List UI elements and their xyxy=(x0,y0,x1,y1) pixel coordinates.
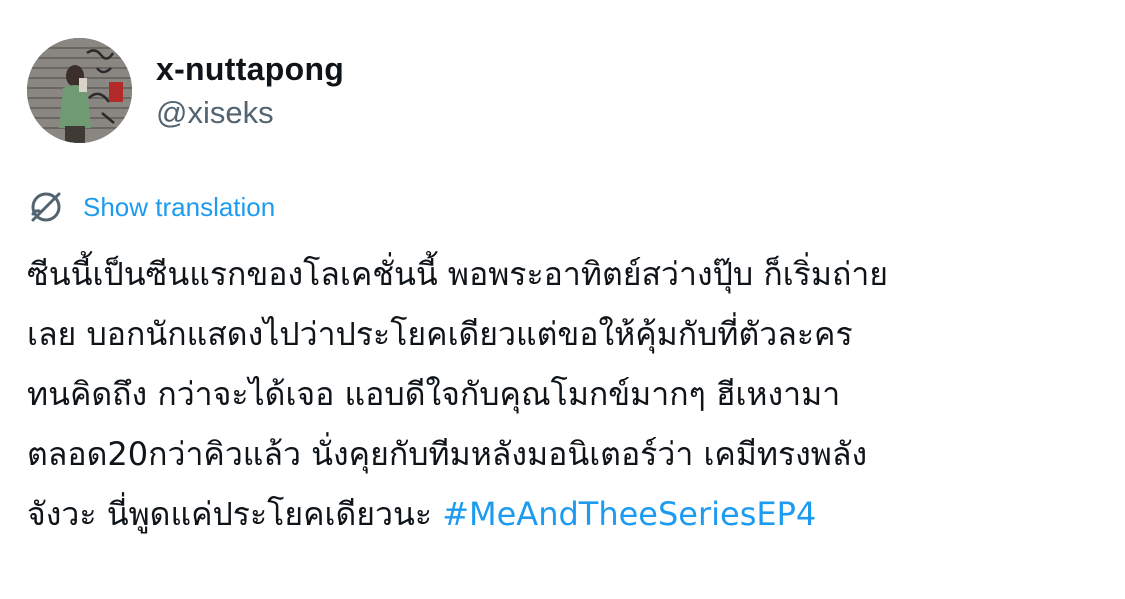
user-handle[interactable]: @xiseks xyxy=(156,94,344,132)
display-name[interactable]: x-nuttapong xyxy=(156,50,344,88)
tweet-text-line-last: จังวะ นี่พูดแค่ประโยคเดียวนะ #MeAndTheeS… xyxy=(27,484,1102,544)
tweet-text-line: ทนคิดถึง กว่าจะได้เจอ แอบดีใจกับคุณโมกข์… xyxy=(27,375,841,413)
hashtag-link[interactable]: #MeAndTheeSeriesEP4 xyxy=(442,495,816,533)
tweet-header: x-nuttapong @xiseks xyxy=(27,38,344,143)
show-translation-label: Show translation xyxy=(83,192,276,222)
tweet-text-line: ตลอด20กว่าคิวแล้ว นั่งคุยกับทีมหลังมอนิเ… xyxy=(27,435,868,473)
tweet-text: ซีนนี้เป็นซีนแรกของโลเคชั่นนี้ พอพระอาทิ… xyxy=(27,244,1102,544)
avatar-photo xyxy=(27,38,132,143)
tweet-text-line: ซีนนี้เป็นซีนแรกของโลเคชั่นนี้ พอพระอาทิ… xyxy=(27,255,889,293)
translate-globe-icon xyxy=(27,188,65,226)
tweet-card: x-nuttapong @xiseks Show translation ซีน… xyxy=(0,0,1125,599)
avatar[interactable] xyxy=(27,38,132,143)
tweet-text-segment: จังวะ นี่พูดแค่ประโยคเดียวนะ xyxy=(27,495,443,533)
tweet-text-line: เลย บอกนักแสดงไปว่าประโยคเดียวแต่ขอให้คุ… xyxy=(27,315,853,353)
show-translation-button[interactable]: Show translation xyxy=(27,188,275,226)
user-names: x-nuttapong @xiseks xyxy=(156,50,344,132)
